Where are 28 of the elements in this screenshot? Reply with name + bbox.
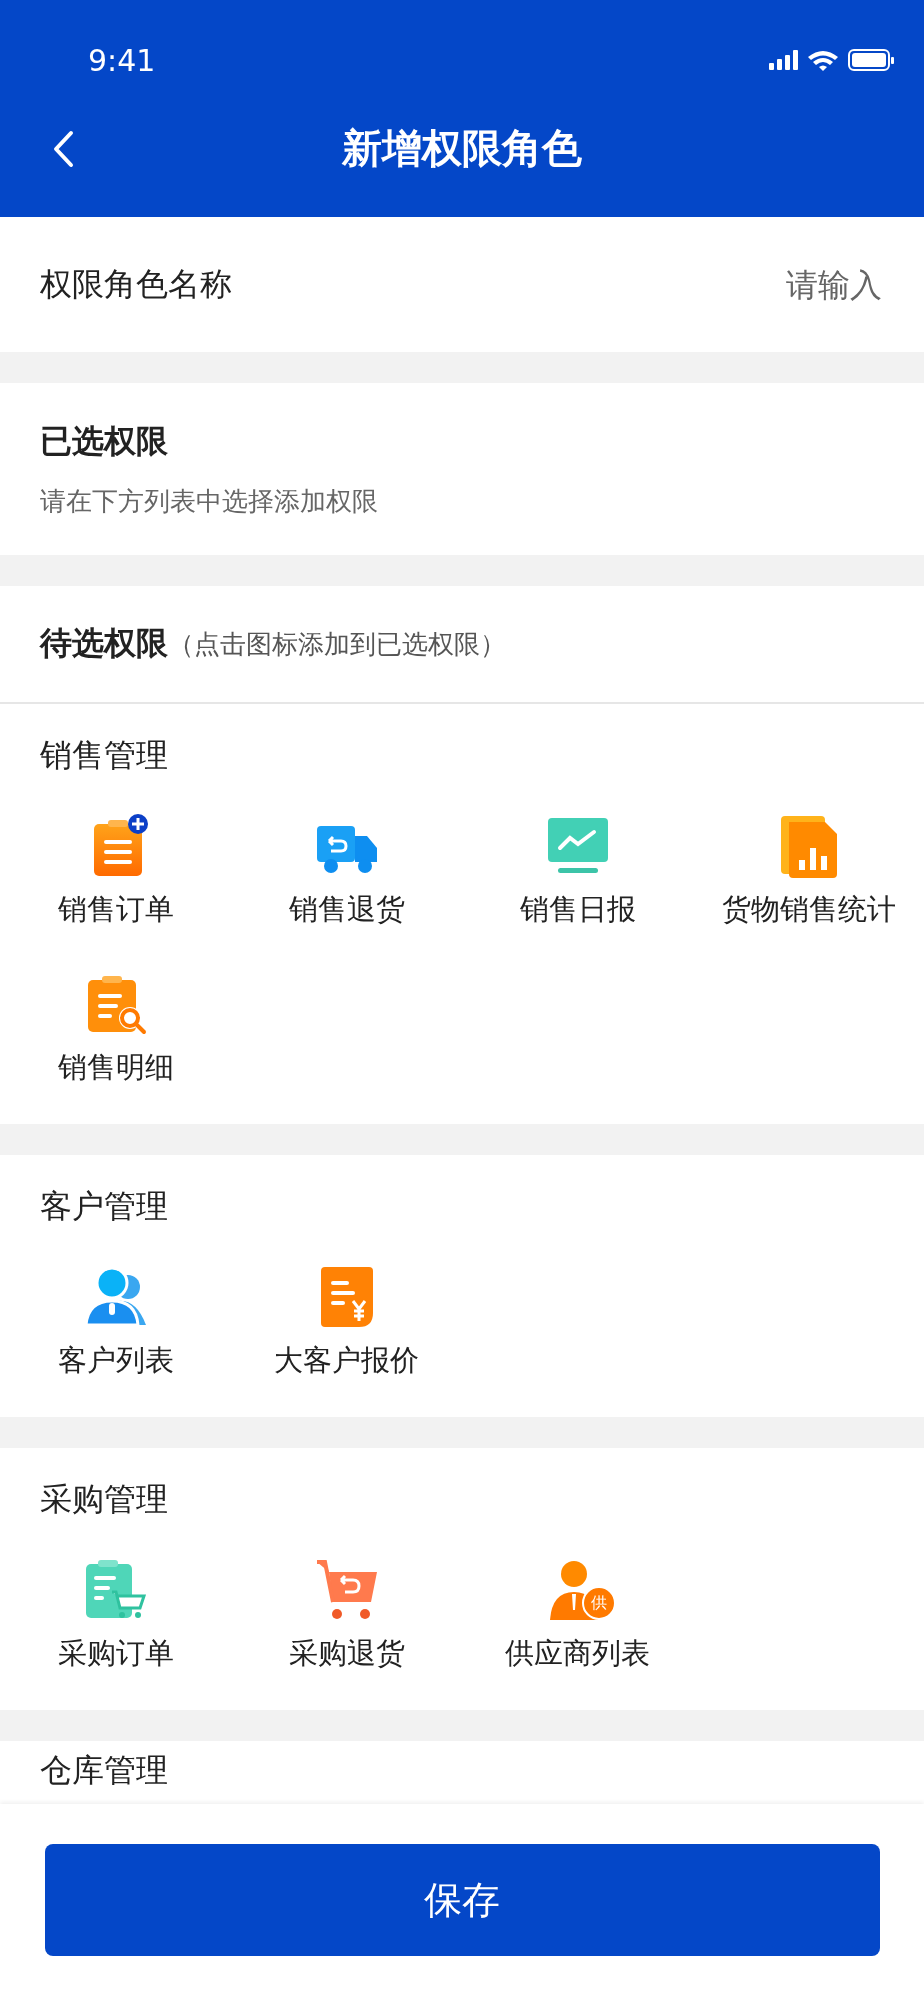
back-icon[interactable]	[52, 129, 74, 168]
save-button[interactable]: 保存	[44, 1844, 880, 1956]
permission-item[interactable]: 大客户报价	[231, 1257, 462, 1389]
battery-icon	[848, 49, 894, 71]
group-title: 仓库管理	[39, 1750, 169, 1791]
permission-item[interactable]: 采购订单	[0, 1550, 231, 1682]
permission-item[interactable]: 销售退货	[231, 806, 462, 938]
signal-icon	[769, 50, 798, 70]
permission-item[interactable]: 供 供应商列表	[462, 1550, 693, 1682]
page-title: 新增权限角色	[342, 124, 582, 173]
cart-return-icon	[314, 1558, 379, 1622]
permission-item[interactable]: 采购退货	[231, 1550, 462, 1682]
input-field[interactable]: 请输入	[680, 264, 884, 305]
section-title: 待选权限	[40, 623, 168, 664]
permission-item[interactable]: 销售明细	[0, 964, 231, 1096]
wifi-icon	[808, 49, 838, 71]
permission-item[interactable]: 货物销售统计	[693, 806, 924, 938]
section-title: 已选权限	[40, 420, 169, 462]
group-title: 销售管理	[39, 735, 169, 776]
status-time: 9:41	[88, 42, 156, 78]
section-hint: 请在下方列表中选择添加权限	[40, 484, 379, 518]
permission-item[interactable]: 客户列表	[0, 1257, 231, 1389]
permission-item[interactable]: 销售日报	[462, 806, 693, 938]
group-title: 采购管理	[39, 1479, 169, 1520]
permission-item[interactable]: 销售订单	[0, 806, 231, 938]
section-note: （点击图标添加到已选权限）	[168, 627, 506, 661]
group-title: 客户管理	[39, 1186, 169, 1227]
field-label: 权限角色名称	[40, 263, 232, 305]
